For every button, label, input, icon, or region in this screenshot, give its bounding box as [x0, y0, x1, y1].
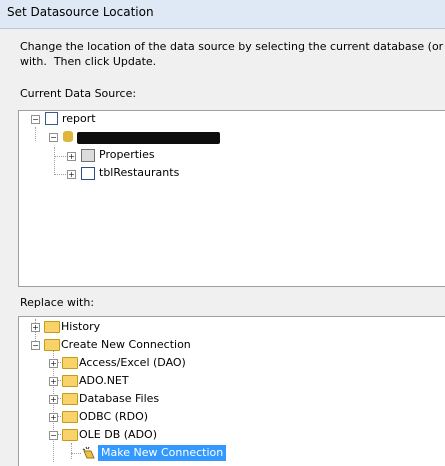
tree-node-tblrestaurants[interactable]: + tblRestaurants: [67, 165, 267, 181]
folder-open-icon: [44, 339, 60, 351]
history-label: History: [61, 320, 101, 333]
tree-node-make-new-connection[interactable]: Make New Connection: [82, 445, 342, 461]
folder-icon: [62, 393, 78, 405]
expand-icon[interactable]: +: [49, 413, 58, 422]
make-new-connection-label: Make New Connection: [98, 445, 227, 461]
tree-node-ado-net[interactable]: + ADO.NET: [49, 373, 309, 389]
expand-icon[interactable]: +: [31, 323, 40, 332]
replace-with-tree[interactable]: + History − Create New Connection + Acce…: [18, 316, 445, 466]
collapse-icon[interactable]: −: [49, 133, 58, 142]
expand-icon[interactable]: +: [67, 152, 76, 161]
provider-label: OLE DB (ADO): [79, 428, 157, 441]
expand-icon[interactable]: +: [49, 359, 58, 368]
tree-node-properties[interactable]: + Properties: [67, 147, 267, 163]
expand-icon[interactable]: +: [67, 170, 76, 179]
expand-icon[interactable]: +: [49, 395, 58, 404]
properties-icon: [81, 149, 95, 162]
provider-label: Access/Excel (DAO): [79, 356, 186, 369]
provider-label: Database Files: [79, 392, 160, 405]
tree-node-report[interactable]: − report: [31, 111, 231, 127]
collapse-icon[interactable]: −: [31, 341, 40, 350]
instructions-text: Change the location of the data source b…: [20, 40, 444, 68]
replace-with-label: Replace with:: [20, 296, 95, 309]
tree-node-create-new-connection[interactable]: − Create New Connection: [31, 337, 291, 353]
folder-icon: [62, 375, 78, 387]
redacted-server-name: [77, 132, 220, 144]
folder-icon: [44, 321, 60, 333]
provider-label: ODBC (RDO): [79, 410, 149, 423]
properties-label: Properties: [99, 148, 155, 161]
database-icon: [63, 131, 73, 142]
new-connection-icon: [82, 446, 96, 460]
create-new-connection-label: Create New Connection: [61, 338, 191, 351]
tree-node-database-files[interactable]: + Database Files: [49, 391, 309, 407]
current-data-source-label: Current Data Source:: [20, 87, 137, 100]
report-label: report: [62, 112, 96, 125]
current-data-source-tree[interactable]: − report − + Properties + tblRestaurants: [18, 110, 445, 287]
window-title: Set Datasource Location: [7, 5, 154, 19]
collapse-icon[interactable]: −: [31, 115, 40, 124]
folder-icon: [62, 357, 78, 369]
expand-icon[interactable]: +: [49, 377, 58, 386]
tree-node-odbc[interactable]: + ODBC (RDO): [49, 409, 309, 425]
tree-node-history[interactable]: + History: [31, 319, 231, 335]
folder-open-icon: [62, 429, 78, 441]
tree-node-access-excel[interactable]: + Access/Excel (DAO): [49, 355, 309, 371]
report-icon: [45, 112, 58, 125]
title-bar: Set Datasource Location: [0, 0, 445, 29]
tblrestaurants-label: tblRestaurants: [99, 166, 180, 179]
tree-node-ole-db[interactable]: − OLE DB (ADO): [49, 427, 309, 443]
collapse-icon[interactable]: −: [49, 431, 58, 440]
folder-icon: [62, 411, 78, 423]
table-icon: [81, 167, 95, 180]
tree-node-database[interactable]: −: [49, 129, 249, 145]
provider-label: ADO.NET: [79, 374, 129, 387]
